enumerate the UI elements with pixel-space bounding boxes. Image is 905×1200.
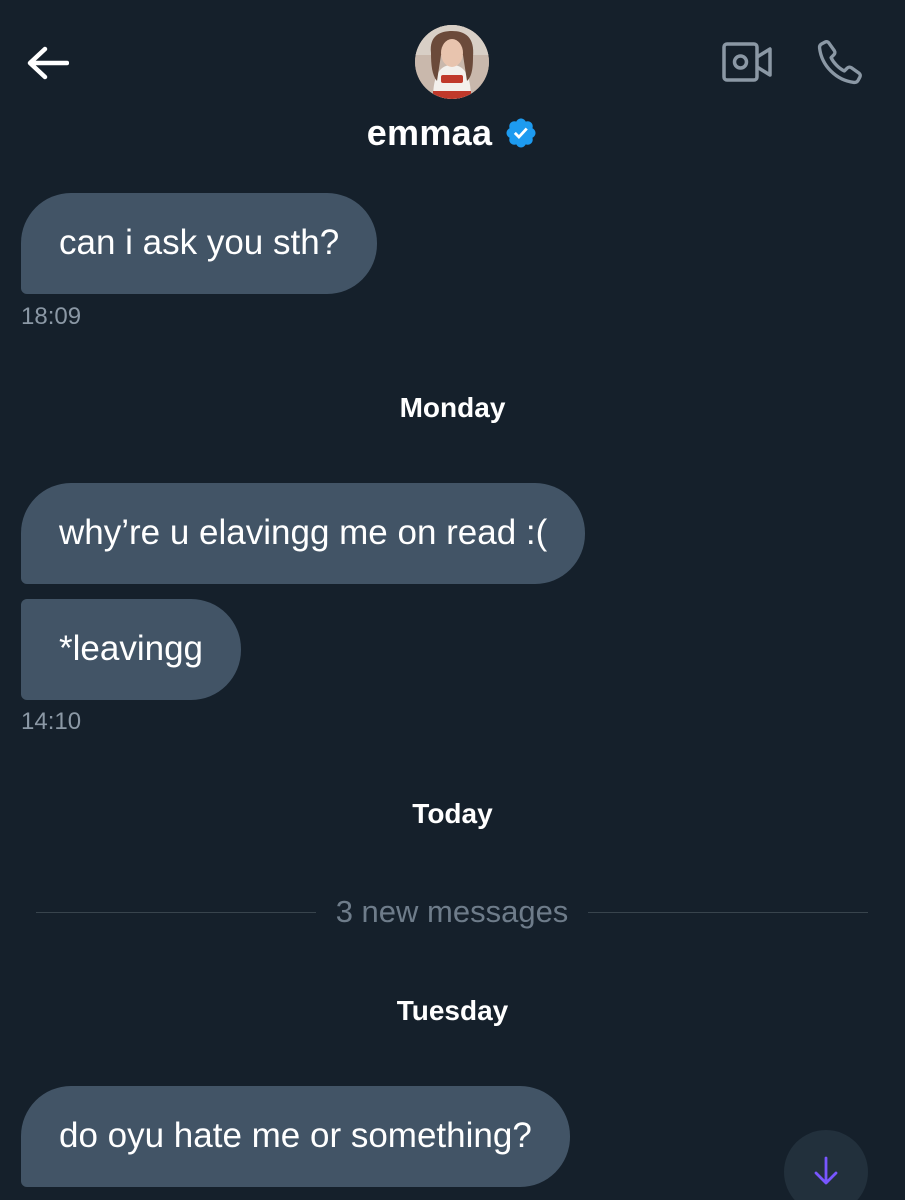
message-timestamp: 14:10 bbox=[21, 708, 82, 735]
new-messages-label: 3 new messages bbox=[335, 894, 569, 929]
phone-icon bbox=[817, 40, 862, 85]
verified-badge-icon bbox=[504, 116, 538, 150]
video-call-button[interactable] bbox=[718, 36, 776, 88]
message-text: why’re u elavingg me on read :( bbox=[59, 513, 548, 552]
message-bubble[interactable]: *leavingg bbox=[21, 599, 241, 700]
day-separator: Monday bbox=[399, 392, 506, 423]
message-bubble[interactable]: can i ask you sth? bbox=[21, 193, 378, 294]
message-text: can i ask you sth? bbox=[59, 223, 340, 262]
divider-line bbox=[588, 911, 868, 913]
day-separator: Tuesday bbox=[396, 995, 509, 1026]
message-timestamp: 18:09 bbox=[21, 303, 82, 330]
message-text: *leavingg bbox=[59, 629, 203, 668]
contact-name-row: emmaa bbox=[0, 112, 905, 154]
scroll-to-bottom-button[interactable] bbox=[784, 1130, 868, 1200]
arrow-left-icon bbox=[27, 46, 69, 80]
contact-name[interactable]: emmaa bbox=[367, 112, 493, 154]
avatar[interactable] bbox=[415, 25, 489, 99]
message-bubble[interactable]: why’re u elavingg me on read :( bbox=[21, 483, 586, 584]
message-text: do oyu hate me or something? bbox=[59, 1116, 532, 1155]
conversation-header: emmaa bbox=[0, 0, 905, 180]
message-bubble[interactable]: do oyu hate me or something? bbox=[21, 1086, 570, 1187]
new-messages-divider: 3 new messages bbox=[36, 890, 868, 934]
video-camera-icon bbox=[722, 42, 772, 82]
day-separator: Today bbox=[412, 798, 493, 829]
voice-call-button[interactable] bbox=[812, 34, 868, 90]
arrow-down-icon bbox=[814, 1156, 838, 1185]
back-button[interactable] bbox=[22, 38, 72, 88]
divider-line bbox=[36, 911, 316, 913]
dm-conversation-screen: emmaa can i ask you sth? 18:09 Monday wh… bbox=[0, 0, 905, 1200]
